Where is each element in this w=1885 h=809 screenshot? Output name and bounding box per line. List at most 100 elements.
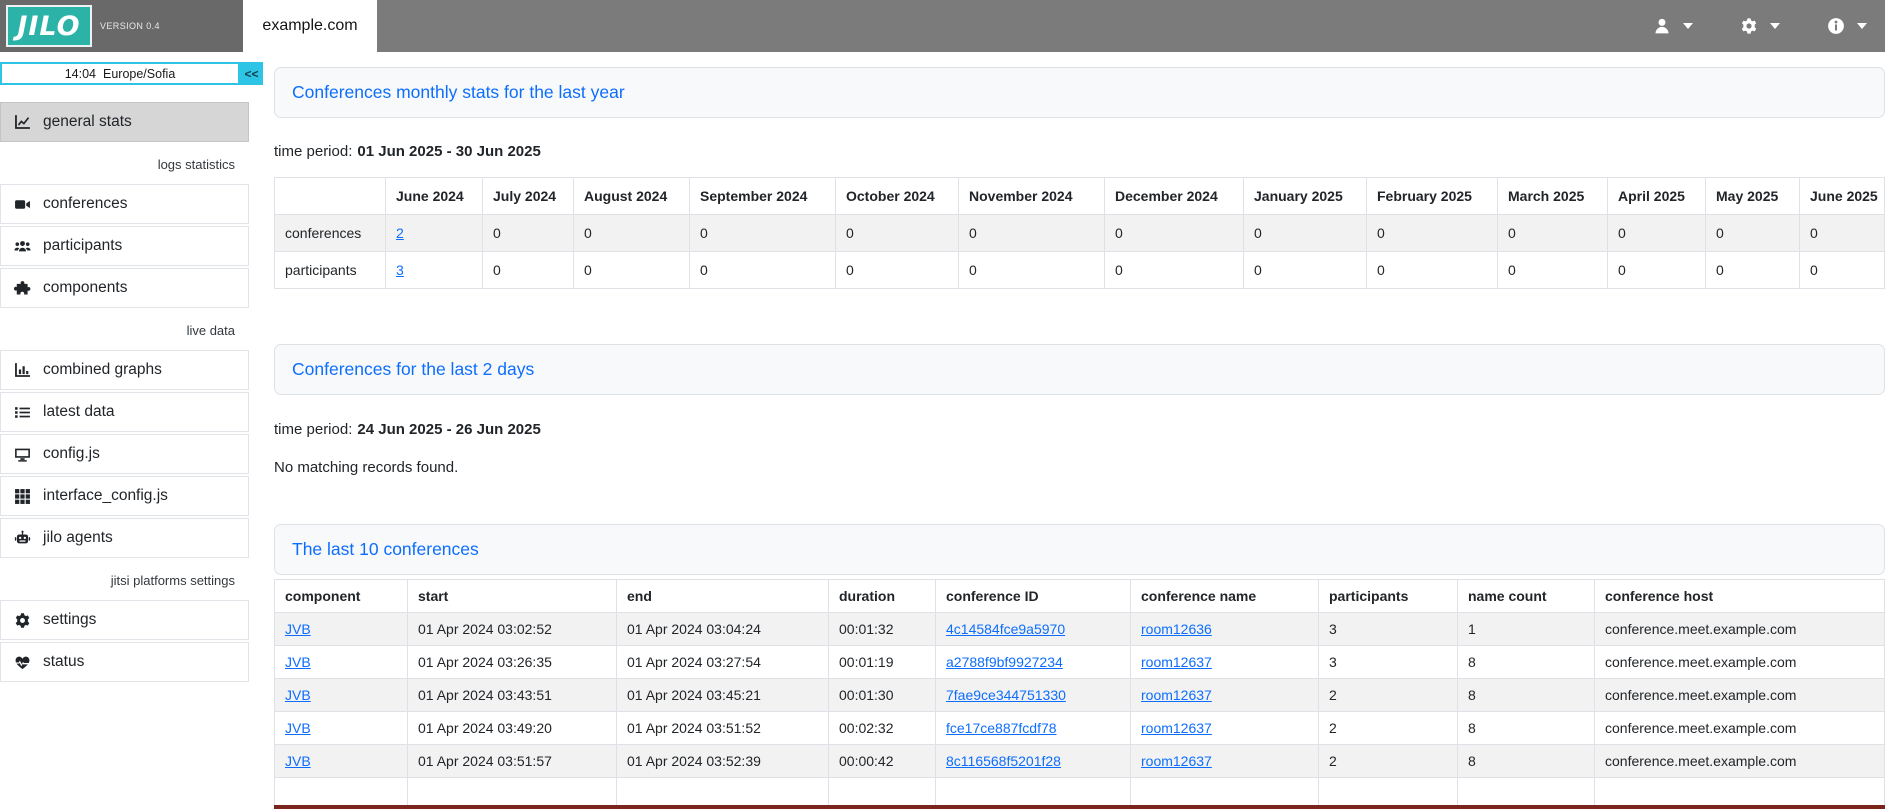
clock-time: 14:04 [65, 67, 96, 81]
cell: 2 [1319, 745, 1458, 778]
sidebar-item-participants[interactable]: participants [0, 226, 249, 266]
cell-link[interactable]: room12636 [1141, 621, 1212, 637]
user-icon [1653, 17, 1671, 35]
sidebar-item-conferences[interactable]: conferences [0, 184, 249, 224]
cell: 3 [1319, 646, 1458, 679]
settings-menu[interactable] [1740, 17, 1780, 35]
cell: 01 Apr 2024 03:43:51 [408, 679, 617, 712]
sidebar-item-config-js[interactable]: config.js [0, 434, 249, 474]
tab-example-com[interactable]: example.com [243, 0, 377, 52]
cell-link[interactable]: 3 [396, 262, 404, 278]
sidebar-item-interface-config-js[interactable]: interface_config.js [0, 476, 249, 516]
cell: room12637 [1131, 646, 1319, 679]
cell: 0 [574, 215, 690, 252]
clock-display: 14:04 Europe/Sofia [0, 62, 240, 85]
cell-link[interactable]: JVB [285, 720, 311, 736]
cell: conference.meet.example.com [1595, 613, 1885, 646]
time-period-label: time period: [274, 421, 352, 438]
cell-link[interactable]: room12637 [1141, 687, 1212, 703]
card-title-last-10-conferences[interactable]: The last 10 conferences [292, 539, 479, 560]
cell: 0 [483, 215, 574, 252]
monthly-stats-table: June 2024July 2024August 2024September 2… [274, 177, 1885, 289]
cell: conference.meet.example.com [1595, 679, 1885, 712]
cell: participants [275, 252, 386, 289]
caret-down-icon [1683, 23, 1693, 29]
cell: JVB [275, 712, 408, 745]
column-header: June 2025 [1800, 178, 1885, 215]
column-header: June 2024 [386, 178, 483, 215]
card-last-10-conferences: The last 10 conferences [274, 524, 1885, 575]
card-title-last-2-days[interactable]: Conferences for the last 2 days [292, 359, 534, 380]
cell-link[interactable]: room12637 [1141, 654, 1212, 670]
column-header: August 2024 [574, 178, 690, 215]
video-icon [14, 196, 32, 213]
sidebar-item-label: combined graphs [43, 361, 162, 379]
cell: 2 [386, 215, 483, 252]
sidebar-item-jilo-agents[interactable]: jilo agents [0, 518, 249, 558]
sidebar-collapse-button[interactable]: << [240, 62, 263, 85]
sidebar-item-components[interactable]: components [0, 268, 249, 308]
sidebar-item-status[interactable]: status [0, 642, 249, 682]
cell-link[interactable]: fce17ce887fcdf78 [946, 720, 1057, 736]
cell: 0 [959, 252, 1105, 289]
desktop-icon [14, 446, 32, 463]
cell: room12636 [1131, 613, 1319, 646]
user-menu[interactable] [1653, 17, 1693, 35]
users-icon [14, 238, 32, 255]
cell: 8 [1458, 646, 1595, 679]
cell-link[interactable]: 2 [396, 225, 404, 241]
cell-link[interactable]: JVB [285, 687, 311, 703]
time-period-value: 24 Jun 2025 - 26 Jun 2025 [357, 421, 540, 438]
sidebar-item-general-stats[interactable]: general stats [0, 102, 249, 142]
table-row: participants3000000000000 [275, 252, 1885, 289]
header-brand-area: JILO VERSION 0.4 [0, 0, 243, 52]
cell-link[interactable]: JVB [285, 654, 311, 670]
cell: 0 [1498, 252, 1608, 289]
column-header: conference name [1131, 580, 1319, 613]
cell: JVB [275, 679, 408, 712]
column-header: end [617, 580, 829, 613]
column-header: conference ID [936, 580, 1131, 613]
sidebar-item-settings[interactable]: settings [0, 600, 249, 640]
cell: 4c14584fce9a5970 [936, 613, 1131, 646]
column-header: July 2024 [483, 178, 574, 215]
cell-link[interactable]: JVB [285, 753, 311, 769]
cell: 7fae9ce344751330 [936, 679, 1131, 712]
info-menu[interactable] [1827, 17, 1867, 35]
cell: 0 [1800, 252, 1885, 289]
cell-link[interactable]: room12637 [1141, 720, 1212, 736]
column-header: March 2025 [1498, 178, 1608, 215]
cell: 01 Apr 2024 03:02:52 [408, 613, 617, 646]
cell: 0 [574, 252, 690, 289]
card-title-monthly-stats[interactable]: Conferences monthly stats for the last y… [292, 82, 625, 103]
app-logo[interactable]: JILO [6, 5, 92, 47]
cell-link[interactable]: JVB [285, 621, 311, 637]
robot-icon [14, 530, 32, 547]
sidebar-item-latest-data[interactable]: latest data [0, 392, 249, 432]
sidebar-item-label: participants [43, 237, 122, 255]
cell: 0 [836, 252, 959, 289]
sidebar-item-label: status [43, 653, 84, 671]
cell: 01 Apr 2024 03:51:57 [408, 745, 617, 778]
clock-timezone: Europe/Sofia [103, 67, 175, 81]
column-header: November 2024 [959, 178, 1105, 215]
sidebar-item-combined-graphs[interactable]: combined graphs [0, 350, 249, 390]
cell-link[interactable]: a2788f9bf9927234 [946, 654, 1063, 670]
column-header: duration [829, 580, 936, 613]
cell-link[interactable]: room12637 [1141, 753, 1212, 769]
last-10-conferences-table: componentstartenddurationconference IDco… [274, 579, 1885, 809]
cell: 8 [1458, 712, 1595, 745]
sidebar: 14:04 Europe/Sofia << general statslogs … [0, 52, 263, 684]
table-header-row: componentstartenddurationconference IDco… [275, 580, 1885, 613]
cell-link[interactable]: 8c116568f5201f28 [946, 753, 1061, 769]
cell-link[interactable]: 7fae9ce344751330 [946, 687, 1066, 703]
cell: 0 [1800, 215, 1885, 252]
cell: 01 Apr 2024 03:51:52 [617, 712, 829, 745]
cell: 0 [483, 252, 574, 289]
chart-line-icon [14, 114, 32, 131]
cell: room12637 [1131, 679, 1319, 712]
cell: room12637 [1131, 745, 1319, 778]
cell: 0 [1105, 215, 1244, 252]
cell-link[interactable]: 4c14584fce9a5970 [946, 621, 1065, 637]
cell: 0 [690, 252, 836, 289]
